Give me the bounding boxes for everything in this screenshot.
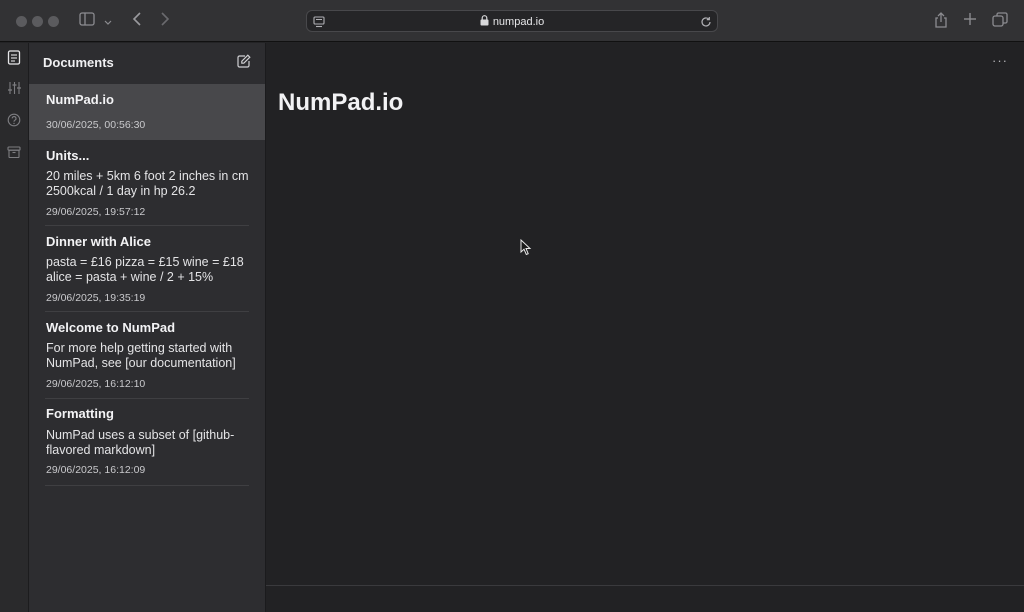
- document-item-welcome-to-numpad[interactable]: Welcome to NumPad For more help getting …: [29, 312, 265, 399]
- document-preview: NumPad uses a subset of [github-flavored…: [46, 428, 235, 457]
- document-heading[interactable]: NumPad.io: [278, 89, 403, 117]
- document-date: 29/06/2025, 19:35:19: [46, 292, 146, 304]
- reload-icon[interactable]: [700, 15, 712, 33]
- documents-sidebar: Documents NumPad.io 30/06/2025, 00:56:30…: [29, 43, 266, 612]
- documents-icon[interactable]: [7, 50, 22, 65]
- archive-icon[interactable]: [7, 145, 22, 160]
- new-document-icon[interactable]: [236, 54, 252, 70]
- zoom-window-button[interactable]: [48, 16, 59, 27]
- lock-icon: [480, 15, 489, 29]
- document-title: Units...: [46, 148, 90, 163]
- sliders-icon[interactable]: [7, 81, 22, 96]
- address-bar[interactable]: numpad.io: [306, 10, 718, 32]
- back-arrow-icon[interactable]: [128, 12, 146, 30]
- browser-toolbar: numpad.io: [0, 0, 1024, 42]
- document-date: 29/06/2025, 16:12:09: [46, 464, 146, 476]
- document-preview: 20 miles + 5km 6 foot 2 inches in cm 250…: [46, 169, 249, 198]
- document-title: NumPad.io: [46, 92, 114, 107]
- url-text: numpad.io: [492, 16, 545, 28]
- more-options-button[interactable]: ···: [992, 53, 1008, 68]
- new-tab-icon[interactable]: [961, 12, 979, 30]
- help-icon[interactable]: [7, 113, 22, 128]
- document-item-units[interactable]: Units... 20 miles + 5km 6 foot 2 inches …: [29, 140, 265, 226]
- divider: [45, 485, 249, 486]
- document-preview: For more help getting started with NumPa…: [46, 341, 236, 370]
- minimize-window-button[interactable]: [32, 16, 43, 27]
- app-icon-rail: [0, 43, 29, 612]
- tab-overview-icon[interactable]: [991, 12, 1009, 30]
- document-date: 29/06/2025, 16:12:10: [46, 378, 146, 390]
- chevron-down-icon[interactable]: [102, 12, 114, 30]
- document-date: 29/06/2025, 19:57:12: [46, 206, 146, 218]
- document-title: Formatting: [46, 406, 114, 421]
- editor-footer-divider: [266, 585, 1024, 586]
- share-icon[interactable]: [932, 12, 950, 30]
- document-title: Dinner with Alice: [46, 234, 151, 249]
- mouse-pointer-icon: [520, 238, 532, 256]
- close-window-button[interactable]: [16, 16, 27, 27]
- document-item-numpad-io[interactable]: NumPad.io 30/06/2025, 00:56:30: [29, 84, 265, 140]
- forward-arrow-icon[interactable]: [156, 12, 174, 30]
- document-preview: pasta = £16 pizza = £15 wine = £18 alice…: [46, 255, 244, 284]
- document-item-dinner-with-alice[interactable]: Dinner with Alice pasta = £16 pizza = £1…: [29, 226, 265, 312]
- sidebar-toggle-icon[interactable]: [78, 12, 96, 30]
- document-date: 30/06/2025, 00:56:30: [46, 119, 146, 131]
- document-item-formatting[interactable]: Formatting NumPad uses a subset of [gith…: [29, 399, 265, 486]
- sidebar-title: Documents: [43, 55, 114, 70]
- document-title: Welcome to NumPad: [46, 320, 176, 335]
- editor-pane[interactable]: ··· NumPad.io: [266, 43, 1024, 612]
